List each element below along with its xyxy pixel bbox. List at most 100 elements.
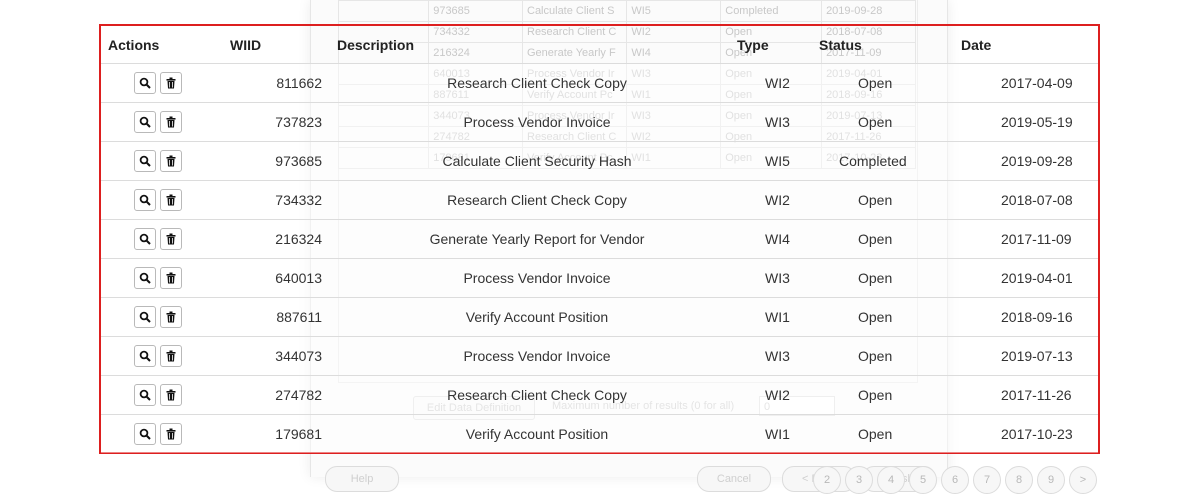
type-cell: WI2: [737, 180, 819, 220]
trash-icon: [166, 272, 176, 284]
view-button[interactable]: [134, 267, 156, 289]
magnifier-icon: [139, 116, 151, 128]
view-button[interactable]: [134, 72, 156, 94]
magnifier-icon: [139, 77, 151, 89]
delete-button[interactable]: [160, 189, 182, 211]
status-cell: Open: [819, 102, 961, 142]
table-row[interactable]: 811662 Research Client Check Copy WI2 Open 2…: [101, 63, 1098, 103]
bg-date-cell: 2019-09-28: [821, 0, 916, 22]
trash-icon: [166, 389, 176, 401]
delete-button[interactable]: [160, 345, 182, 367]
view-button[interactable]: [134, 423, 156, 445]
delete-button[interactable]: [160, 306, 182, 328]
table-row[interactable]: 640013 Process Vendor Invoice WI3 Open 2019-…: [101, 258, 1098, 298]
type-cell: WI3: [737, 336, 819, 376]
trash-icon: [166, 428, 176, 440]
page-button[interactable]: 6: [941, 466, 969, 494]
column-header-actions[interactable]: Actions: [101, 26, 223, 64]
column-header-date[interactable]: Date: [961, 26, 1098, 64]
status-cell: Open: [819, 336, 961, 376]
page-button[interactable]: 8: [1005, 466, 1033, 494]
view-button[interactable]: [134, 150, 156, 172]
view-button[interactable]: [134, 228, 156, 250]
actions-cell: [101, 63, 223, 103]
column-header-type[interactable]: Type: [737, 26, 819, 64]
status-cell: Open: [819, 63, 961, 103]
date-cell: 2019-05-19: [961, 102, 1098, 142]
view-button[interactable]: [134, 189, 156, 211]
page-button[interactable]: 3: [845, 466, 873, 494]
description-cell: Process Vendor Invoice: [337, 336, 737, 376]
header-row: Actions WIID Description Type Status Dat…: [101, 26, 1098, 64]
wiid-cell: 179681: [223, 414, 337, 453]
delete-button[interactable]: [160, 423, 182, 445]
status-cell: Completed: [819, 141, 961, 181]
wiid-cell: 640013: [223, 258, 337, 298]
type-cell: WI2: [737, 375, 819, 415]
trash-icon: [166, 311, 176, 323]
view-button[interactable]: [134, 345, 156, 367]
date-cell: 2018-09-16: [961, 297, 1098, 337]
page-button[interactable]: 4: [877, 466, 905, 494]
trash-icon: [166, 77, 176, 89]
magnifier-icon: [139, 272, 151, 284]
delete-button[interactable]: [160, 267, 182, 289]
description-cell: Research Client Check Copy: [337, 180, 737, 220]
bg-status-cell: Completed: [720, 0, 823, 22]
table-row[interactable]: 344073 Process Vendor Invoice WI3 Open 2019-…: [101, 336, 1098, 376]
column-header-wiid[interactable]: WIID: [223, 26, 337, 64]
table-row[interactable]: 179681 Verify Account Position WI1 Open 2017…: [101, 414, 1098, 453]
page-button[interactable]: 9: [1037, 466, 1065, 494]
view-button[interactable]: [134, 111, 156, 133]
table-row[interactable]: 216324 Generate Yearly Report for Vendor W…: [101, 219, 1098, 259]
wiid-cell: 811662: [223, 63, 337, 103]
status-cell: Open: [819, 219, 961, 259]
column-header-status[interactable]: Status: [819, 26, 961, 64]
actions-cell: [101, 336, 223, 376]
description-cell: Research Client Check Copy: [337, 63, 737, 103]
page-button[interactable]: >: [1069, 466, 1097, 494]
status-cell: Open: [819, 180, 961, 220]
wiid-cell: 274782: [223, 375, 337, 415]
date-cell: 2017-10-23: [961, 414, 1098, 453]
date-cell: 2017-11-09: [961, 219, 1098, 259]
trash-icon: [166, 155, 176, 167]
view-button[interactable]: [134, 384, 156, 406]
actions-cell: [101, 414, 223, 453]
description-cell: Process Vendor Invoice: [337, 102, 737, 142]
date-cell: 2018-07-08: [961, 180, 1098, 220]
table-row[interactable]: 973685 Calculate Client Security Hash WI5 C…: [101, 141, 1098, 181]
wiid-cell: 734332: [223, 180, 337, 220]
actions-cell: [101, 180, 223, 220]
table-row[interactable]: 737823 Process Vendor Invoice WI3 Open 2019-…: [101, 102, 1098, 142]
page-button[interactable]: 5: [909, 466, 937, 494]
delete-button[interactable]: [160, 150, 182, 172]
table-row[interactable]: 734332 Research Client Check Copy WI2 Open 2…: [101, 180, 1098, 220]
wiid-cell: 216324: [223, 219, 337, 259]
bg-wiid-cell: 973685: [428, 0, 523, 22]
trash-icon: [166, 233, 176, 245]
delete-button[interactable]: [160, 384, 182, 406]
type-cell: WI3: [737, 258, 819, 298]
bg-type-cell: WI5: [626, 0, 722, 22]
delete-button[interactable]: [160, 72, 182, 94]
description-cell: Calculate Client Security Hash: [337, 141, 737, 181]
delete-button[interactable]: [160, 111, 182, 133]
table-row[interactable]: 887611 Verify Account Position WI1 Open 2018…: [101, 297, 1098, 337]
view-button[interactable]: [134, 306, 156, 328]
status-cell: Open: [819, 375, 961, 415]
date-cell: 2017-11-26: [961, 375, 1098, 415]
type-cell: WI3: [737, 102, 819, 142]
status-cell: Open: [819, 414, 961, 453]
page-button[interactable]: 7: [973, 466, 1001, 494]
table-row[interactable]: 274782 Research Client Check Copy WI2 Open 2…: [101, 375, 1098, 415]
actions-cell: [101, 141, 223, 181]
wiid-cell: 887611: [223, 297, 337, 337]
magnifier-icon: [139, 311, 151, 323]
cancel-button[interactable]: Cancel: [697, 466, 771, 492]
page-button[interactable]: 2: [813, 466, 841, 494]
help-button[interactable]: Help: [325, 466, 399, 492]
column-header-description[interactable]: Description: [337, 26, 737, 64]
magnifier-icon: [139, 350, 151, 362]
delete-button[interactable]: [160, 228, 182, 250]
